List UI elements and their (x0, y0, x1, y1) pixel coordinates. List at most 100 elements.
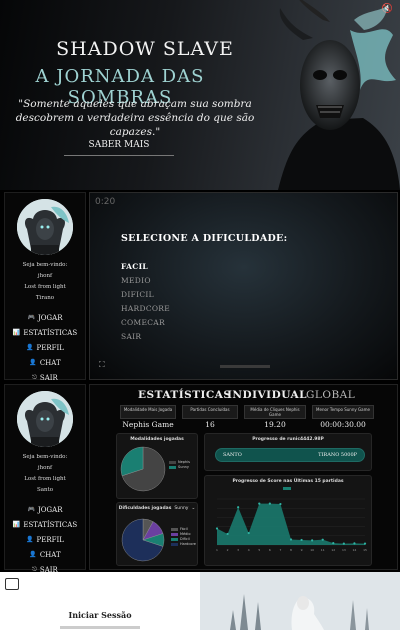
avatar[interactable] (17, 391, 73, 447)
x-tick-label: 9 (301, 548, 303, 552)
stat-value: 16 (205, 420, 215, 429)
login-panel: Iniciar Sessão (0, 572, 200, 630)
select-difficulty-title: SELECIONE A DIFICULDADE: (121, 233, 288, 244)
difficulty-title: Dificuldades jogadas (118, 506, 172, 511)
score-point (332, 542, 335, 545)
score-point (311, 539, 314, 542)
scene-floor (220, 365, 270, 368)
x-tick-label: 10 (310, 548, 314, 552)
legend-swatch (171, 527, 178, 531)
x-tick-label: 14 (353, 548, 357, 552)
legend-item: Hardcore (171, 542, 196, 547)
x-tick-label: 12 (331, 548, 335, 552)
score-point (215, 527, 219, 530)
login-subtitle-placeholder (60, 626, 140, 629)
option-sair[interactable]: SAIR (121, 332, 141, 341)
demon-mask-illustration (278, 0, 400, 190)
progress-from: SANTO (223, 452, 242, 458)
legend-swatch (169, 465, 176, 469)
x-tick-label: 3 (237, 548, 239, 552)
x-tick-label: 2 (227, 548, 229, 552)
hero-banner: 🔇 SHADOW SLAVE A JORNADA DAS SOMBRAS "So… (0, 0, 400, 190)
chevron-down-icon[interactable]: ⌄ (191, 506, 195, 511)
option-dificil[interactable]: DIFICIL (121, 290, 154, 299)
score-point (226, 532, 229, 536)
username: jhonf (37, 273, 53, 279)
user-title: Santo (36, 487, 54, 493)
user-rank: Lost from light (24, 284, 66, 290)
chat-icon: 👤 (29, 551, 37, 558)
score-point (321, 538, 324, 541)
progress-bar: SANTO TIRANO 5000P (215, 448, 365, 462)
option-comecar[interactable]: COMECAR (121, 318, 165, 327)
legend-swatch (171, 542, 178, 546)
x-tick-label: 1 (216, 548, 218, 552)
legend-swatch (171, 532, 178, 536)
login-icon[interactable] (5, 578, 19, 590)
nav-perfil[interactable]: 👤 PERFIL (5, 340, 85, 355)
saber-mais-button[interactable]: SABER MAIS (64, 138, 174, 156)
stat-header: Partidas Concluídas (182, 405, 238, 419)
score-point (353, 542, 356, 545)
tab-estatisticas[interactable]: ESTATÍSTICAS (138, 389, 232, 401)
stat-header: Média de Cliques Nephis Game (244, 405, 306, 419)
score-point (258, 502, 261, 505)
tab-individual[interactable]: INDIVIDUAL (227, 389, 307, 401)
tab-global[interactable]: GLOBAL (306, 389, 355, 401)
nav-chat[interactable]: 👤 CHAT (5, 547, 85, 562)
x-tick-label: 4 (248, 548, 250, 552)
nav-sair[interactable]: ⎋ SAIR (5, 370, 85, 385)
legend-swatch (283, 487, 291, 490)
option-hardcore[interactable]: HARDCORE (121, 304, 170, 313)
hero-quote: "Somente aqueles que abraçam sua sombra … (15, 98, 255, 138)
username: jhonf (37, 465, 53, 471)
score-chart-title: Progresso de Score nas Últimas 15 partid… (232, 479, 344, 484)
user-rank: Lost from light (24, 476, 66, 482)
progress-card: Progresso de runic4442.98P SANTO TIRANO … (204, 433, 372, 471)
stat-header: Modalidade Mais Jogada (120, 405, 176, 419)
gamepad-icon: 🎮 (27, 506, 35, 513)
gamepad-icon: 🎮 (27, 314, 35, 321)
page: 🔇 SHADOW SLAVE A JORNADA DAS SOMBRAS "So… (0, 0, 400, 630)
x-tick-label: 11 (321, 548, 325, 552)
stat-value: 00:00:30.00 (320, 420, 366, 429)
difficulty-card: Dificuldades jogadas Sunny ⌄ Fácil Médio… (116, 502, 198, 566)
progress-title: Progresso de runic4442.98P (252, 437, 324, 442)
stats-panel: ESTATÍSTICAS INDIVIDUAL GLOBAL Modalidad… (89, 384, 398, 570)
nav-jogar[interactable]: 🎮 JOGAR (5, 310, 85, 325)
nav-jogar[interactable]: 🎮 JOGAR (5, 502, 85, 517)
nav-estatisticas[interactable]: 📊 ESTATÍSTICAS (5, 325, 85, 340)
score-point (247, 531, 250, 535)
user-title: Tirano (35, 295, 55, 301)
hero-title: SHADOW SLAVE (56, 38, 234, 60)
nav-perfil[interactable]: 👤 PERFIL (5, 532, 85, 547)
chart-icon: 📊 (12, 329, 21, 336)
logout-icon: ⎋ (32, 373, 37, 381)
welcome-text: Seja bem-vindo: (22, 454, 68, 460)
welcome-text: Seja bem-vindo: (22, 262, 68, 268)
x-tick-label: 8 (290, 548, 292, 552)
nav-chat[interactable]: 👤 CHAT (5, 355, 85, 370)
difficulty-panel: 0:20 SELECIONE A DIFICULDADE: FACIL MEDI… (89, 192, 398, 380)
avatar[interactable] (17, 199, 73, 255)
user-icon: 👤 (26, 536, 34, 543)
score-chart-card: Progresso de Score nas Últimas 15 partid… (204, 475, 372, 566)
legend-swatch (169, 460, 176, 464)
legend-item: Sunny (169, 465, 190, 470)
score-point (342, 542, 345, 545)
legend-swatch (171, 537, 178, 541)
modalities-card: Modalidades jogadas Nephis Sunny (116, 433, 198, 499)
option-facil[interactable]: FACIL (121, 262, 148, 271)
chart-icon: 📊 (12, 521, 21, 528)
modalities-pie-chart (120, 446, 166, 492)
sidebar-game: Seja bem-vindo: jhonf Lost from light Ti… (4, 192, 86, 382)
progress-to: TIRANO 5000P (318, 452, 357, 458)
login-title: Iniciar Sessão (68, 610, 132, 620)
nav-estatisticas[interactable]: 📊 ESTATÍSTICAS (5, 517, 85, 532)
difficulty-select[interactable]: Sunny (174, 506, 188, 511)
option-medio[interactable]: MEDIO (121, 276, 151, 285)
score-point (237, 506, 240, 509)
score-point (289, 538, 293, 541)
fullscreen-icon[interactable]: ⛶ (99, 360, 105, 370)
x-tick-label: 15 (363, 548, 367, 552)
